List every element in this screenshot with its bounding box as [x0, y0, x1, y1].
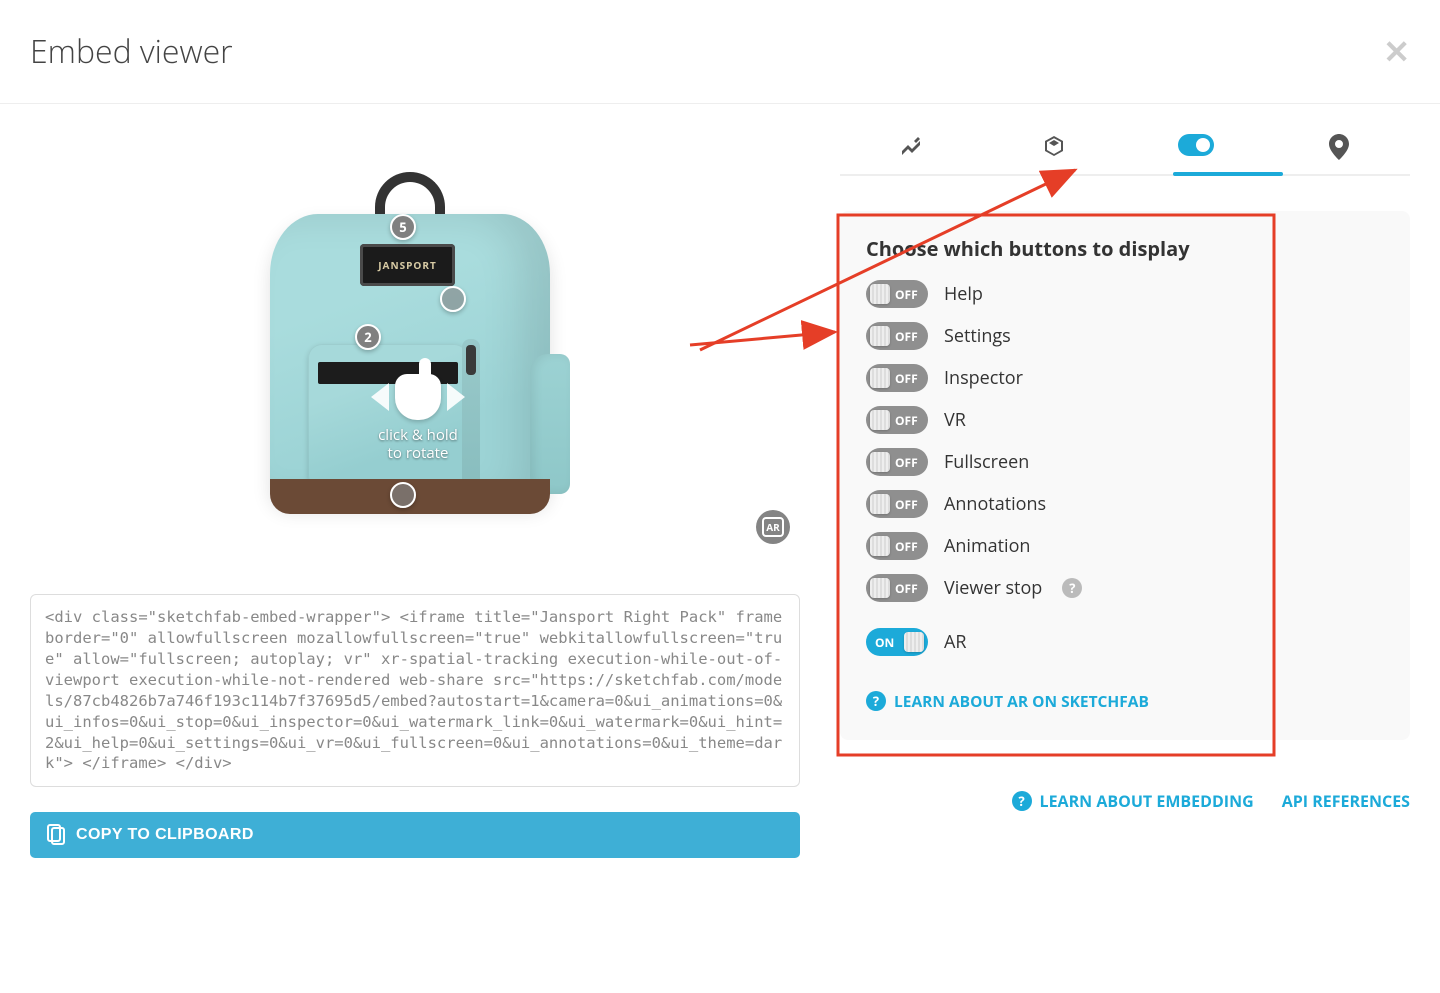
help-icon[interactable]: ? — [1062, 578, 1082, 598]
toggle-label: Animation — [944, 534, 1030, 558]
annotation-hotspot-5[interactable]: 5 — [390, 214, 416, 240]
tab-controls[interactable] — [1172, 134, 1220, 160]
left-column: JANSPORT 5 2 click & hold to rotat — [30, 134, 800, 858]
toggle-row-viewer-stop: OFF Viewer stop ? — [866, 574, 1384, 602]
toggle-settings[interactable]: OFF — [866, 322, 928, 350]
right-column: Choose which buttons to display OFF Help… — [840, 134, 1410, 858]
modal-header: Embed viewer ✕ — [0, 0, 1440, 104]
toggle-help[interactable]: OFF — [866, 280, 928, 308]
design-icon — [899, 134, 923, 158]
tab-annotations[interactable] — [1315, 134, 1363, 160]
learn-embedding-link[interactable]: ? LEARN ABOUT EMBEDDING — [1012, 790, 1254, 812]
annotation-hotspot-2[interactable]: 2 — [355, 324, 381, 350]
toggle-vr[interactable]: OFF — [866, 406, 928, 434]
toggle-inspector[interactable]: OFF — [866, 364, 928, 392]
pin-icon — [1329, 134, 1349, 160]
cube-icon — [1042, 134, 1066, 158]
active-tab-indicator — [1173, 172, 1283, 176]
buttons-visibility-panel: Choose which buttons to display OFF Help… — [840, 211, 1410, 740]
backpack-model: JANSPORT 5 2 click & hold to rotat — [260, 164, 560, 524]
help-icon: ? — [866, 691, 886, 711]
ar-badge[interactable]: AR — [756, 510, 790, 544]
clipboard-icon — [46, 824, 66, 846]
learn-about-ar-link[interactable]: ? LEARN ABOUT AR ON SKETCHFAB — [866, 690, 1149, 712]
toggle-row-fullscreen: OFF Fullscreen — [866, 448, 1384, 476]
toggle-label: Annotations — [944, 492, 1046, 516]
toggle-label: VR — [944, 408, 966, 432]
toggle-label: Viewer stop — [944, 576, 1042, 600]
tab-appearance[interactable] — [887, 134, 935, 160]
toggle-ar[interactable]: ON — [866, 628, 928, 656]
panel-heading: Choose which buttons to display — [866, 235, 1384, 262]
toggle-annotations[interactable]: OFF — [866, 490, 928, 518]
embed-code-textarea[interactable]: <div class="sketchfab-embed-wrapper"> <i… — [30, 594, 800, 787]
toggle-on-icon — [1178, 134, 1214, 156]
modal-title: Embed viewer — [30, 30, 233, 73]
copy-to-clipboard-button[interactable]: COPY TO CLIPBOARD — [30, 812, 800, 858]
viewer-preview[interactable]: JANSPORT 5 2 click & hold to rotat — [30, 134, 790, 554]
toggle-row-settings: OFF Settings — [866, 322, 1384, 350]
modal-body: JANSPORT 5 2 click & hold to rotat — [0, 104, 1440, 888]
tab-model[interactable] — [1030, 134, 1078, 160]
toggle-label: Settings — [944, 324, 1011, 348]
toggle-viewer-stop[interactable]: OFF — [866, 574, 928, 602]
toggle-row-animation: OFF Animation — [866, 532, 1384, 560]
toggle-row-help: OFF Help — [866, 280, 1384, 308]
toggle-animation[interactable]: OFF — [866, 532, 928, 560]
toggle-row-annotations: OFF Annotations — [866, 490, 1384, 518]
embed-settings-tabs — [840, 134, 1410, 176]
annotation-hotspot[interactable] — [390, 482, 416, 508]
toggle-label: Inspector — [944, 366, 1023, 390]
toggle-label: Fullscreen — [944, 450, 1029, 474]
footer-links: ? LEARN ABOUT EMBEDDING API REFERENCES — [840, 790, 1410, 812]
help-icon: ? — [1012, 791, 1032, 811]
toggle-fullscreen[interactable]: OFF — [866, 448, 928, 476]
toggle-label: AR — [944, 630, 967, 654]
api-references-link[interactable]: API REFERENCES — [1282, 790, 1410, 812]
toggle-row-ar: ON AR — [866, 628, 1384, 656]
annotation-hotspot[interactable] — [440, 286, 466, 312]
brand-label: JANSPORT — [360, 244, 455, 286]
toggle-row-vr: OFF VR — [866, 406, 1384, 434]
close-icon[interactable]: ✕ — [1383, 36, 1410, 68]
toggle-row-inspector: OFF Inspector — [866, 364, 1384, 392]
toggle-label: Help — [944, 282, 983, 306]
